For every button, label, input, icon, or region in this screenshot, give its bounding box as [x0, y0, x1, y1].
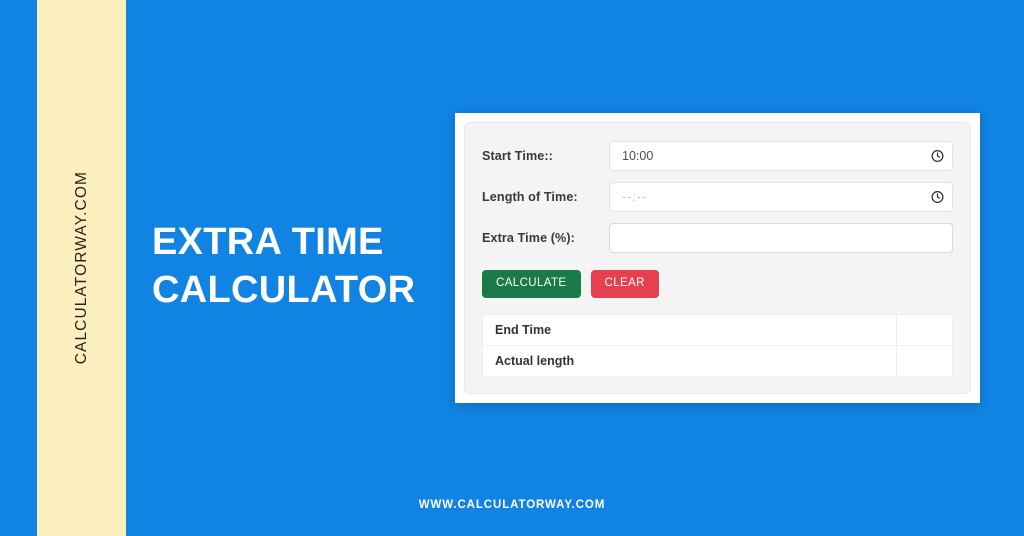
start-time-label: Start Time:: — [482, 149, 553, 163]
page-title-line-1: EXTRA TIME — [152, 221, 384, 263]
extra-time-label: Extra Time (%): — [482, 231, 575, 245]
table-row: Actual length — [482, 344, 953, 377]
form-row-length-of-time: Length of Time: --:-- — [482, 182, 953, 212]
result-value-end-time — [896, 313, 953, 346]
length-of-time-input[interactable]: --:-- — [609, 182, 953, 212]
calculator-panel: Start Time:: 10:00 Length of Time: --:-- — [455, 113, 980, 403]
table-row: End Time — [482, 313, 953, 346]
extra-time-field-wrap — [609, 223, 953, 253]
action-button-row: CALCULATE CLEAR — [482, 270, 953, 298]
vertical-brand-text: CALCULATORWAY.COM — [72, 171, 90, 365]
page-background: CALCULATORWAY.COM EXTRA TIME CALCULATOR … — [0, 0, 1024, 536]
start-time-input[interactable]: 10:00 — [609, 141, 953, 171]
length-of-time-label: Length of Time: — [482, 190, 578, 204]
page-title-line-2: CALCULATOR — [152, 269, 416, 311]
result-value-actual-length — [896, 344, 953, 377]
extra-time-input[interactable] — [609, 223, 953, 253]
calculate-button[interactable]: CALCULATE — [482, 270, 581, 298]
form-row-extra-time: Extra Time (%): — [482, 223, 953, 253]
footer-website-url: WWW.CALCULATORWAY.COM — [418, 499, 606, 511]
form-row-start-time: Start Time:: 10:00 — [482, 141, 953, 171]
result-label-end-time: End Time — [482, 313, 897, 346]
start-time-field-wrap: 10:00 — [609, 141, 953, 171]
calculator-card: Start Time:: 10:00 Length of Time: --:-- — [464, 122, 971, 394]
page-title: EXTRA TIME CALCULATOR — [152, 218, 452, 314]
vertical-brand-label: CALCULATORWAY.COM — [37, 0, 126, 536]
clear-button[interactable]: CLEAR — [590, 270, 659, 298]
results-table: End Time Actual length — [482, 313, 953, 377]
result-label-actual-length: Actual length — [482, 344, 897, 377]
length-of-time-field-wrap: --:-- — [609, 182, 953, 212]
